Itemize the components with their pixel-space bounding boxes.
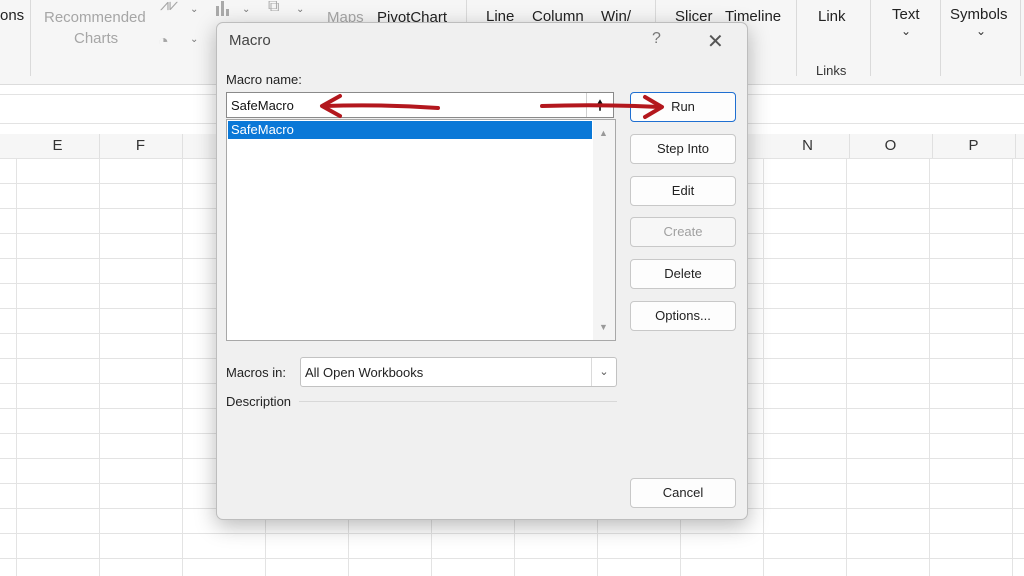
ribbon-separator xyxy=(1020,0,1021,76)
macro-name-value: SafeMacro xyxy=(231,98,294,113)
symbols-button[interactable]: Symbols xyxy=(950,6,1008,23)
chevron-down-icon[interactable]: ⌄ xyxy=(190,34,198,45)
cancel-button[interactable]: Cancel xyxy=(630,478,736,508)
create-button[interactable]: Create xyxy=(630,217,736,247)
line-chart-icon[interactable]: ⩘⩗ xyxy=(160,0,178,15)
text-button[interactable]: Text xyxy=(892,6,920,23)
ribbon-separator xyxy=(870,0,871,76)
column-header-o[interactable]: O xyxy=(849,134,933,158)
macros-in-value: All Open Workbooks xyxy=(305,365,424,380)
macro-name-input[interactable]: SafeMacro 🠕 xyxy=(226,92,614,118)
scroll-down-icon[interactable]: ▼ xyxy=(599,322,608,332)
chevron-down-icon[interactable]: ⌄ xyxy=(296,4,304,15)
recommended-charts-button[interactable]: Recommended xyxy=(44,9,146,26)
step-into-button[interactable]: Step Into xyxy=(630,134,736,164)
ribbon-separator xyxy=(796,0,797,76)
recommended-charts-label: Charts xyxy=(74,30,119,47)
chevron-down-icon[interactable]: ⌄ xyxy=(190,4,198,15)
edit-button[interactable]: Edit xyxy=(630,176,736,206)
close-icon[interactable]: ✕ xyxy=(707,29,724,54)
column-header-e[interactable]: E xyxy=(16,134,100,158)
ribbon-separator xyxy=(940,0,941,76)
ribbon-tab-fragment[interactable]: ons xyxy=(0,7,24,24)
scroll-up-icon[interactable]: ▲ xyxy=(599,128,608,138)
hierarchy-chart-icon[interactable]: ⧉ xyxy=(268,0,279,16)
column-header-f[interactable]: F xyxy=(99,134,183,158)
chevron-down-icon[interactable]: ⌄ xyxy=(976,24,986,38)
macro-list[interactable]: SafeMacro ▲ ▼ xyxy=(226,119,616,341)
macros-in-label: Macros in: xyxy=(226,365,286,380)
column-header-n[interactable]: N xyxy=(766,134,850,158)
dialog-title: Macro xyxy=(229,32,271,49)
macro-name-label: Macro name: xyxy=(226,72,302,87)
macros-in-select[interactable]: All Open Workbooks ⌄ xyxy=(300,357,617,387)
delete-button[interactable]: Delete xyxy=(630,259,736,289)
arrow-up-icon[interactable]: 🠕 xyxy=(586,93,613,117)
macro-dialog: Macro ? ✕ Macro name: SafeMacro 🠕 SafeMa… xyxy=(216,22,748,520)
chevron-down-icon[interactable]: ⌄ xyxy=(591,358,616,386)
column-header-p[interactable]: P xyxy=(932,134,1016,158)
run-button[interactable]: Run xyxy=(630,92,736,122)
description-label: Description xyxy=(226,394,292,409)
help-icon[interactable]: ? xyxy=(652,30,661,48)
bar-chart-icon[interactable] xyxy=(214,0,234,16)
chevron-down-icon[interactable]: ⌄ xyxy=(901,24,911,38)
scrollbar[interactable]: ▲ ▼ xyxy=(593,120,615,340)
options-button[interactable]: Options... xyxy=(630,301,736,331)
pie-chart-icon[interactable]: ◔ xyxy=(158,31,169,52)
links-group-label: Links xyxy=(816,63,847,78)
ribbon-separator xyxy=(30,0,31,76)
description-divider xyxy=(299,401,617,402)
chevron-down-icon[interactable]: ⌄ xyxy=(242,4,250,15)
link-button[interactable]: Link xyxy=(818,8,846,25)
list-item[interactable]: SafeMacro xyxy=(228,121,592,139)
